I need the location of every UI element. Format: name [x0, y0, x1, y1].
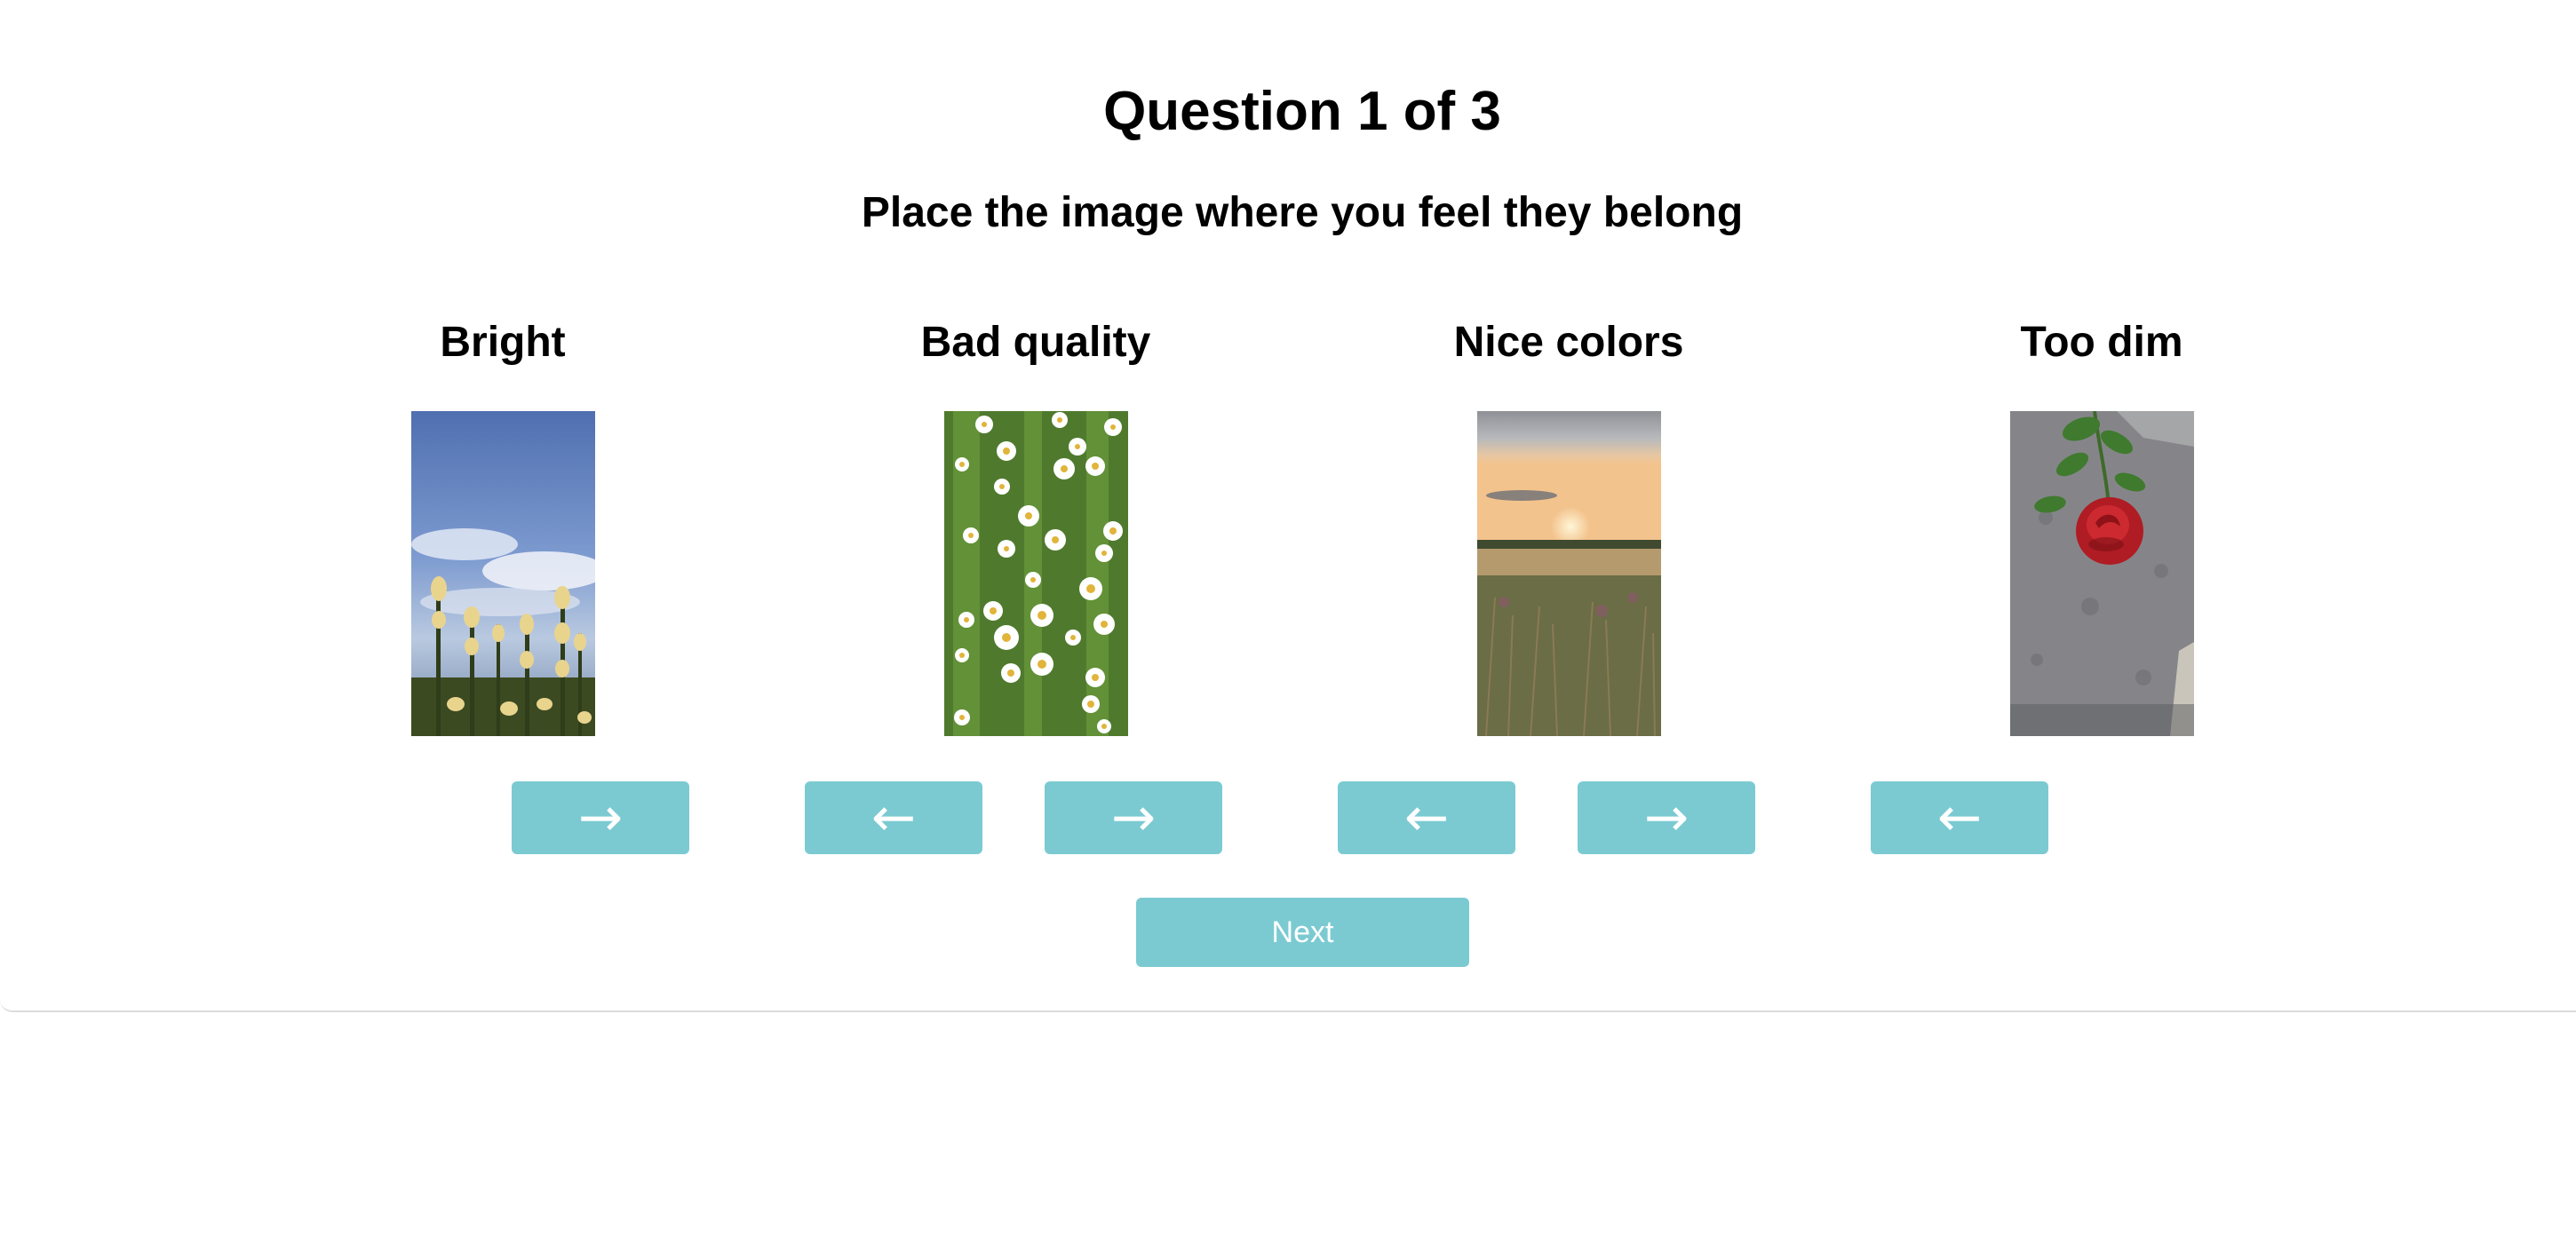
category-label-bright: Bright: [440, 319, 566, 366]
next-button[interactable]: Next: [1136, 898, 1469, 967]
move-right-button-bad-quality[interactable]: →: [1045, 781, 1222, 854]
move-right-button-bright[interactable]: →: [512, 781, 689, 854]
category-label-too-dim: Too dim: [2020, 319, 2183, 366]
photo-daisies[interactable]: [944, 411, 1128, 736]
category-label-bad-quality: Bad quality: [920, 319, 1151, 366]
question-title: Question 1 of 3: [1103, 81, 1501, 142]
category-label-nice-colors: Nice colors: [1453, 319, 1684, 366]
photo-sunset-meadow[interactable]: [1477, 411, 1661, 736]
move-left-button-bad-quality[interactable]: ←: [805, 781, 982, 854]
photo-rose-stone[interactable]: [2010, 411, 2194, 736]
photo-flowers-sky[interactable]: [411, 411, 595, 736]
move-left-button-too-dim[interactable]: ←: [1871, 781, 2048, 854]
move-right-button-nice-colors[interactable]: →: [1578, 781, 1755, 854]
question-instruction: Place the image where you feel they belo…: [861, 189, 1744, 236]
move-left-button-nice-colors[interactable]: ←: [1338, 781, 1515, 854]
